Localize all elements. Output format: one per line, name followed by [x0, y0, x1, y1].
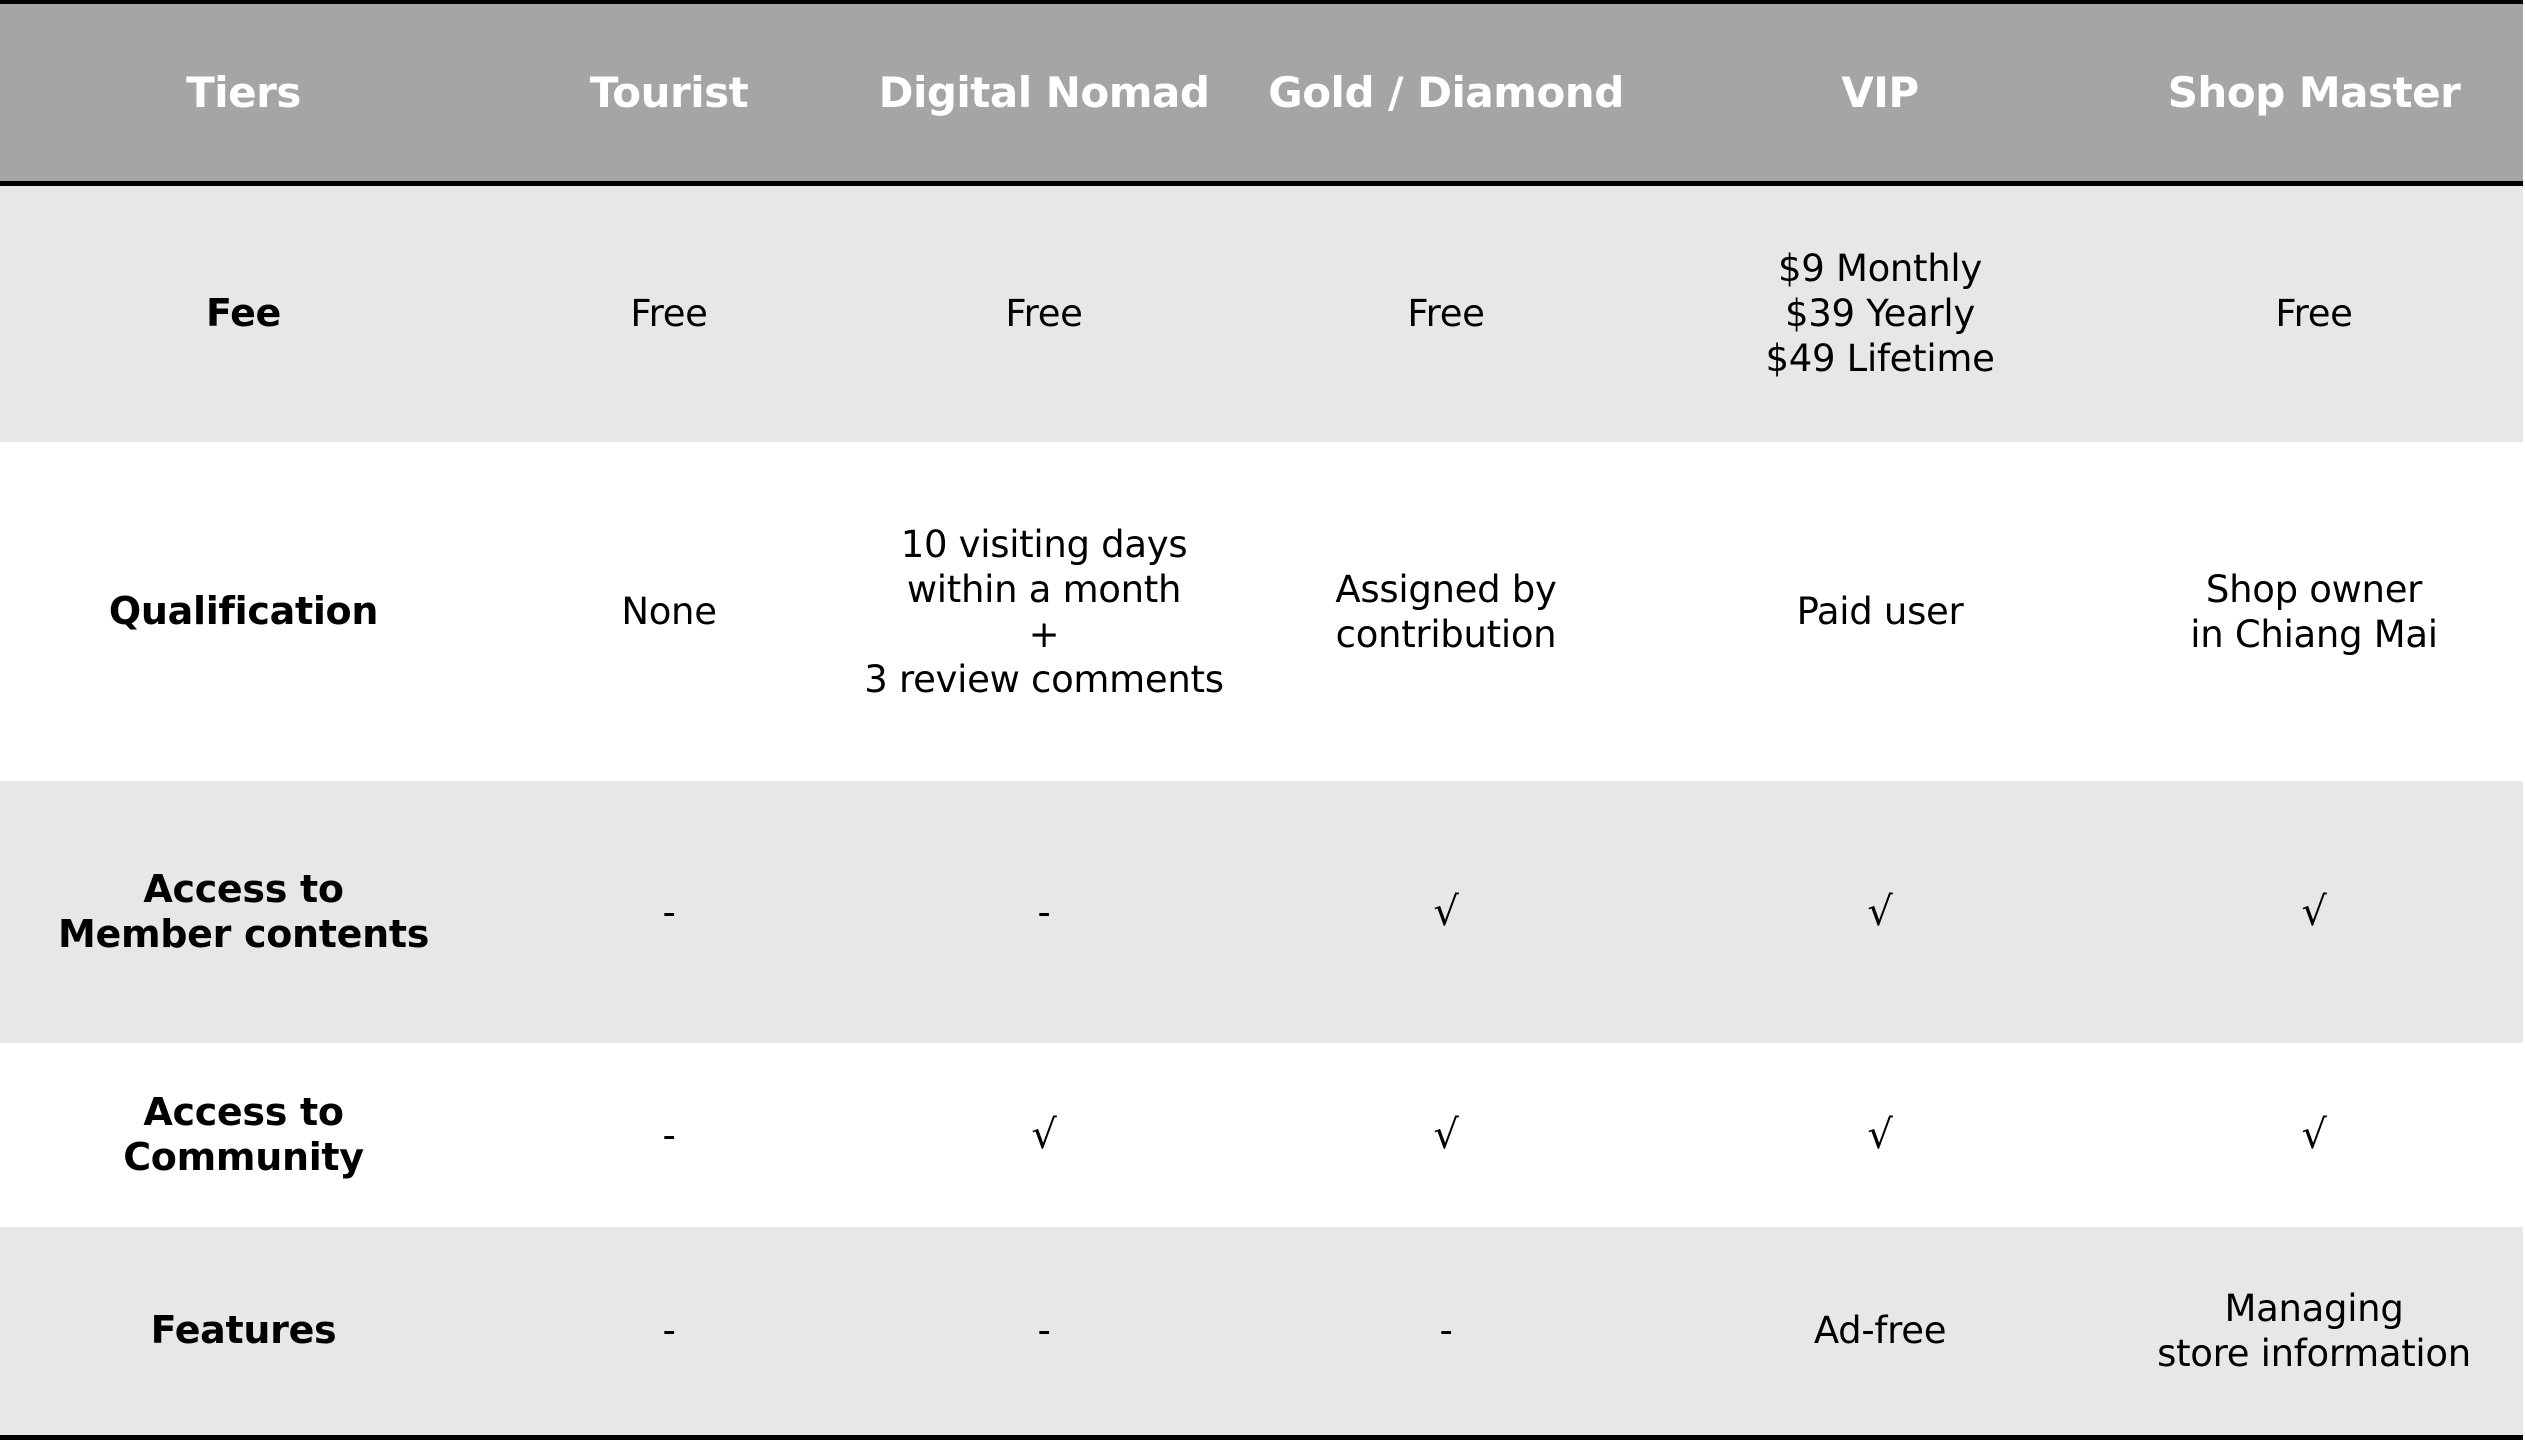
- row-label-line: Community: [123, 1135, 364, 1179]
- cell-member-contents-gold-diamond: √: [1237, 781, 1655, 1043]
- cell-member-contents-shop-master: √: [2105, 781, 2523, 1043]
- cell-community-shop-master: √: [2105, 1043, 2523, 1227]
- header-shop-master: Shop Master: [2105, 0, 2523, 186]
- row-fee: Fee Free Free Free $9 Monthly $39 Yearly…: [0, 183, 2523, 442]
- dash-icon: -: [662, 890, 676, 934]
- row-access-member-contents: Access to Member contents - - √ √ √: [0, 781, 2523, 1043]
- dash-icon: -: [1037, 1309, 1051, 1353]
- cell-text: Paid user: [1796, 590, 1964, 633]
- cell-text: within a month: [906, 567, 1182, 611]
- check-icon: √: [1867, 1111, 1893, 1158]
- cell-text: None: [621, 590, 717, 633]
- tier-comparison-table: Tiers Tourist Digital Nomad Gold / Diamo…: [0, 0, 2523, 1440]
- cell-features-digital-nomad: -: [851, 1227, 1237, 1440]
- row-label-line: Access to: [143, 867, 344, 911]
- row-label-fee: Fee: [205, 291, 282, 336]
- cell-text: Managing: [2224, 1286, 2404, 1330]
- cell-community-gold-diamond: √: [1237, 1043, 1655, 1227]
- dash-icon: -: [1037, 890, 1051, 934]
- cell-text: Free: [630, 292, 708, 336]
- cell-member-contents-vip: √: [1655, 781, 2105, 1043]
- cell-text: Free: [2275, 292, 2353, 336]
- cell-community-vip: √: [1655, 1043, 2105, 1227]
- row-features: Features - - - Ad-free Managing store in…: [0, 1227, 2523, 1440]
- row-label-line: Member contents: [57, 912, 430, 956]
- check-icon: √: [2301, 888, 2327, 935]
- cell-text: Free: [1407, 292, 1485, 336]
- cell-text: contribution: [1335, 612, 1557, 656]
- cell-text: store information: [2157, 1331, 2471, 1375]
- cell-qualification-gold-diamond: Assigned by contribution: [1237, 442, 1655, 781]
- header-tourist: Tourist: [487, 0, 851, 186]
- cell-community-digital-nomad: √: [851, 1043, 1237, 1227]
- cell-fee-shop-master: Free: [2105, 183, 2523, 442]
- cell-qualification-vip: Paid user: [1655, 442, 2105, 781]
- dash-icon: -: [662, 1113, 676, 1157]
- cell-text: 10 visiting days: [900, 522, 1188, 566]
- row-qualification: Qualification None 10 visiting days with…: [0, 442, 2523, 781]
- check-icon: √: [2301, 1111, 2327, 1158]
- check-icon: √: [1433, 888, 1459, 935]
- cell-fee-gold-diamond: Free: [1237, 183, 1655, 442]
- cell-qualification-tourist: None: [487, 442, 851, 781]
- price-monthly: $9 Monthly: [1778, 247, 1982, 291]
- row-label-qualification: Qualification: [108, 589, 379, 633]
- cell-member-contents-tourist: -: [487, 781, 851, 1043]
- header-row: Tiers Tourist Digital Nomad Gold / Diamo…: [0, 0, 2523, 186]
- row-access-community: Access to Community - √ √ √ √: [0, 1043, 2523, 1227]
- cell-qualification-shop-master: Shop owner in Chiang Mai: [2105, 442, 2523, 781]
- cell-text: in Chiang Mai: [2190, 612, 2438, 656]
- cell-qualification-digital-nomad: 10 visiting days within a month + 3 revi…: [851, 442, 1237, 781]
- header-digital-nomad: Digital Nomad: [851, 0, 1237, 186]
- cell-fee-digital-nomad: Free: [851, 183, 1237, 442]
- cell-text: Shop owner: [2205, 567, 2423, 611]
- cell-text: +: [1028, 612, 1060, 656]
- cell-community-tourist: -: [487, 1043, 851, 1227]
- header-gold-diamond: Gold / Diamond: [1237, 0, 1655, 186]
- price-yearly: $39 Yearly: [1785, 292, 1975, 336]
- cell-fee-tourist: Free: [487, 183, 851, 442]
- cell-text: 3 review comments: [864, 657, 1224, 701]
- cell-features-shop-master: Managing store information: [2105, 1227, 2523, 1440]
- row-label-line: Access to: [143, 1090, 344, 1134]
- cell-features-vip: Ad-free: [1655, 1227, 2105, 1440]
- check-icon: √: [1433, 1111, 1459, 1158]
- dash-icon: -: [1439, 1309, 1453, 1353]
- cell-text: Assigned by: [1335, 567, 1557, 611]
- cell-fee-vip: $9 Monthly $39 Yearly $49 Lifetime: [1655, 183, 2105, 442]
- tier-comparison-table-container: Tiers Tourist Digital Nomad Gold / Diamo…: [0, 0, 2523, 1443]
- cell-features-tourist: -: [487, 1227, 851, 1440]
- cell-text: Ad-free: [1813, 1309, 1947, 1353]
- cell-features-gold-diamond: -: [1237, 1227, 1655, 1440]
- cell-text: Free: [1005, 292, 1083, 336]
- dash-icon: -: [662, 1309, 676, 1353]
- cell-member-contents-digital-nomad: -: [851, 781, 1237, 1043]
- price-lifetime: $49 Lifetime: [1765, 337, 1995, 381]
- row-label-access-community: Access to Community: [0, 1043, 487, 1227]
- check-icon: √: [1031, 1111, 1057, 1158]
- row-label-access-member-contents: Access to Member contents: [0, 781, 487, 1043]
- check-icon: √: [1867, 888, 1893, 935]
- row-label-features: Features: [0, 1227, 487, 1440]
- header-vip: VIP: [1655, 0, 2105, 186]
- header-tiers: Tiers: [0, 0, 487, 186]
